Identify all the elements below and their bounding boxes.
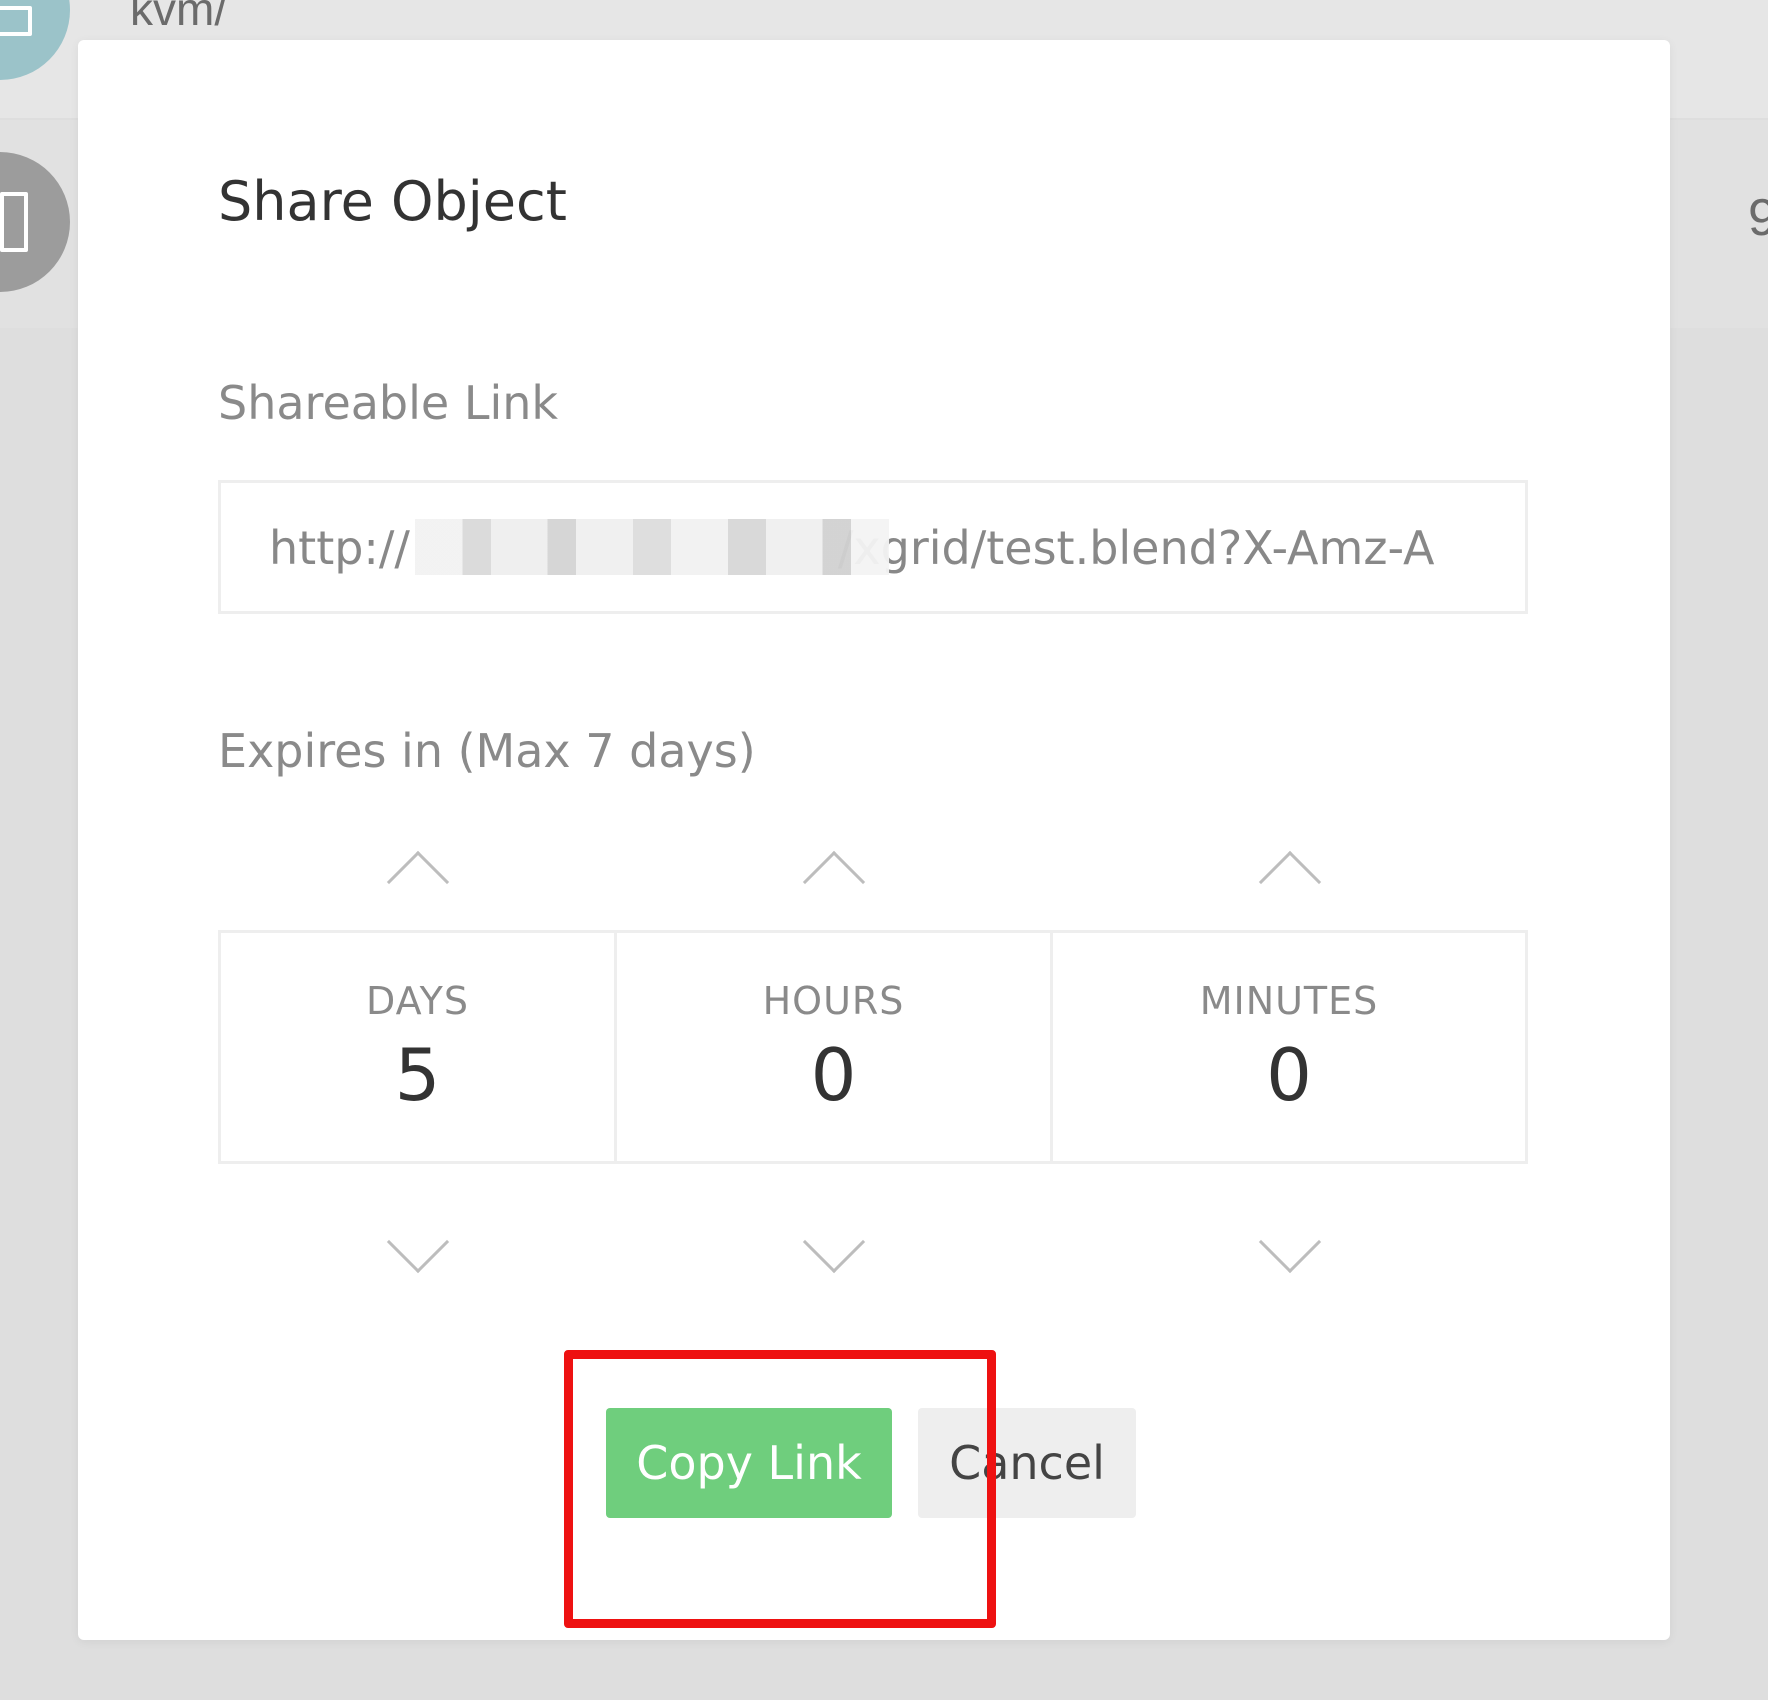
days-decrement-icon[interactable] (386, 1210, 450, 1274)
hours-value: 0 (810, 1033, 857, 1117)
minutes-label: MINUTES (1199, 979, 1379, 1023)
hours-cell: HOURS 0 (617, 933, 1053, 1161)
minutes-increment-icon[interactable] (1258, 850, 1322, 914)
minutes-value: 0 (1266, 1033, 1312, 1117)
shareable-link-label: Shareable Link (218, 376, 559, 430)
hours-decrement-icon[interactable] (802, 1210, 866, 1274)
days-cell: DAYS 5 (221, 933, 617, 1161)
minutes-cell: MINUTES 0 (1053, 933, 1525, 1161)
link-suffix: /xgrid/test.blend?X-Amz-A (837, 521, 1435, 575)
minutes-decrement-icon[interactable] (1258, 1210, 1322, 1274)
hours-increment-icon[interactable] (802, 850, 866, 914)
redacted-host (415, 519, 889, 575)
link-prefix: http:// (269, 521, 410, 575)
expiry-picker: DAYS 5 HOURS 0 MINUTES 0 (218, 930, 1528, 1164)
copy-link-button[interactable]: Copy Link (606, 1408, 892, 1518)
expires-label: Expires in (Max 7 days) (218, 724, 756, 778)
folder-name[interactable]: kvm/ (130, 0, 227, 36)
file-size: 9 (1748, 189, 1768, 247)
dialog-title: Share Object (218, 170, 567, 233)
share-object-dialog: Share Object Shareable Link http:// /xgri… (78, 40, 1670, 1640)
cancel-button[interactable]: Cancel (918, 1408, 1136, 1518)
days-increment-icon[interactable] (386, 850, 450, 914)
hours-label: HOURS (762, 979, 905, 1023)
days-label: DAYS (366, 979, 469, 1023)
days-value: 5 (394, 1033, 441, 1117)
shareable-link-field[interactable]: http:// /xgrid/test.blend?X-Amz-A (218, 480, 1528, 614)
